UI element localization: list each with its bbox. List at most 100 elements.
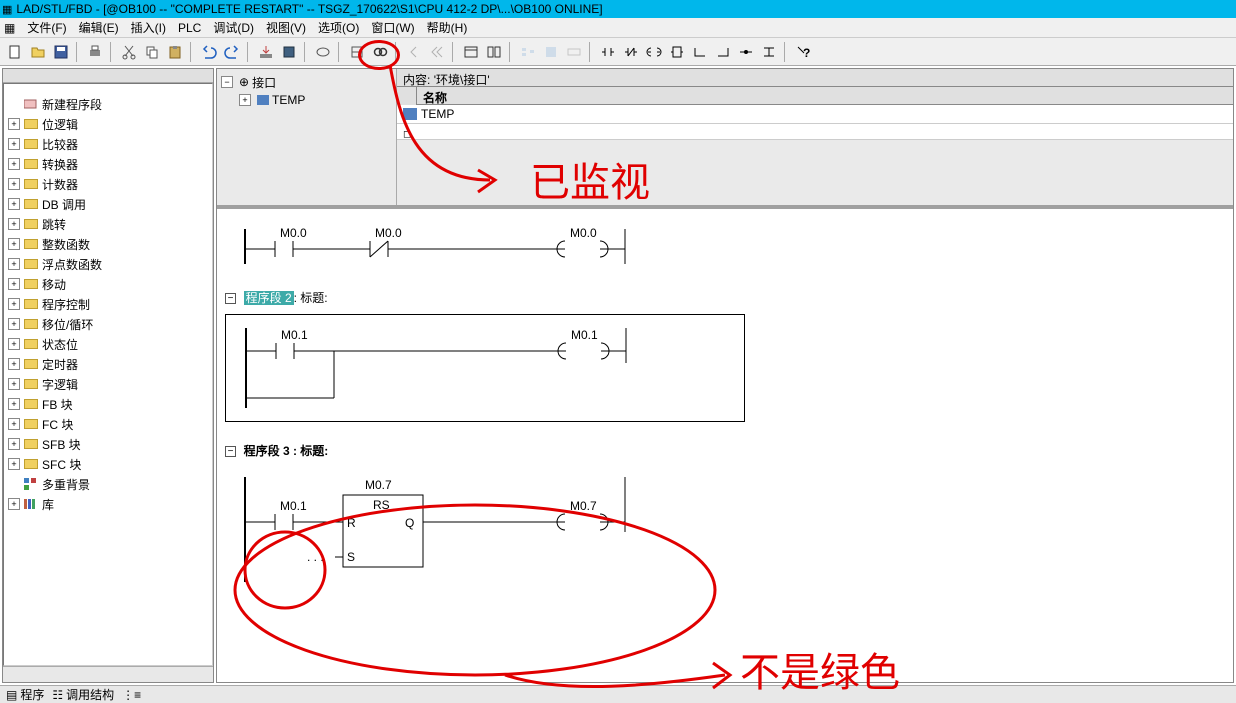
network-2[interactable]: − 程序段 2: 标题: M0.1 M0.1 xyxy=(225,289,1225,422)
expand-icon[interactable]: + xyxy=(8,498,20,510)
empty-marker-row[interactable]: ◻ xyxy=(397,124,1233,140)
tree-item-converter[interactable]: +转换器 xyxy=(6,154,210,174)
tree-item-program-control[interactable]: +程序控制 xyxy=(6,294,210,314)
menu-plc[interactable]: PLC xyxy=(172,19,207,37)
menu-debug[interactable]: 调试(D) xyxy=(207,17,260,38)
collapse-icon[interactable]: − xyxy=(225,293,236,304)
menu-help[interactable]: 帮助(H) xyxy=(421,17,474,38)
branch-open-icon[interactable] xyxy=(689,41,711,63)
tree-item-move[interactable]: +移动 xyxy=(6,274,210,294)
box-icon[interactable] xyxy=(666,41,688,63)
interface-temp[interactable]: + TEMP xyxy=(221,91,392,109)
ladder-editor[interactable]: M0.0 M0.0 M0.0 xyxy=(217,209,1233,682)
tree-item-library[interactable]: +库 xyxy=(6,494,210,514)
branch-close-icon[interactable] xyxy=(712,41,734,63)
window1-icon[interactable] xyxy=(460,41,482,63)
juncton-icon[interactable] xyxy=(758,41,780,63)
expand-icon[interactable]: + xyxy=(8,198,20,210)
network-1[interactable]: M0.0 M0.0 M0.0 xyxy=(225,219,1225,269)
tree-item-shift[interactable]: +移位/循环 xyxy=(6,314,210,334)
expand-icon[interactable]: + xyxy=(8,378,20,390)
tree-item-timer[interactable]: +定时器 xyxy=(6,354,210,374)
tab-icon: ▤ xyxy=(6,688,17,702)
tree-item-integer[interactable]: +整数函数 xyxy=(6,234,210,254)
expand-icon[interactable]: + xyxy=(8,238,20,250)
expand-icon[interactable]: + xyxy=(8,158,20,170)
expand-icon[interactable]: + xyxy=(8,438,20,450)
menu-options[interactable]: 选项(O) xyxy=(312,17,365,38)
new-icon[interactable] xyxy=(4,41,26,63)
coil-icon[interactable] xyxy=(643,41,665,63)
expand-icon[interactable]: + xyxy=(8,258,20,270)
network-icon[interactable] xyxy=(517,41,539,63)
interface-tree[interactable]: − ⊕ 接口 + TEMP xyxy=(217,69,397,205)
collapse-icon[interactable]: − xyxy=(225,446,236,457)
symbol-icon[interactable] xyxy=(312,41,334,63)
tree-item-db-call[interactable]: +DB 调用 xyxy=(6,194,210,214)
expand-icon[interactable]: + xyxy=(8,418,20,430)
tree-item-multi-instance[interactable]: 多重背景 xyxy=(6,474,210,494)
folder-icon xyxy=(23,377,39,391)
contact-nc-icon[interactable] xyxy=(620,41,642,63)
menu-window[interactable]: 窗口(W) xyxy=(365,17,420,38)
block-icon[interactable] xyxy=(540,41,562,63)
window2-icon[interactable] xyxy=(483,41,505,63)
tree-item-word-logic[interactable]: +字逻辑 xyxy=(6,374,210,394)
expand-icon[interactable]: + xyxy=(8,118,20,130)
expand-icon[interactable]: + xyxy=(8,218,20,230)
menu-insert[interactable]: 插入(I) xyxy=(125,17,172,38)
copy-icon[interactable] xyxy=(141,41,163,63)
monitor-icon[interactable] xyxy=(369,41,391,63)
system-menu-icon[interactable]: ▦ xyxy=(4,21,15,35)
menu-file[interactable]: 文件(F) xyxy=(21,17,72,38)
tree-item-float[interactable]: +浮点数函数 xyxy=(6,254,210,274)
expand-icon[interactable]: + xyxy=(8,338,20,350)
redo-icon[interactable] xyxy=(221,41,243,63)
element-tree[interactable]: 新建程序段 +位逻辑 +比较器 +转换器 +计数器 +DB 调用 +跳转 +整数… xyxy=(3,83,213,666)
print-icon[interactable] xyxy=(84,41,106,63)
tree-item-comparator[interactable]: +比较器 xyxy=(6,134,210,154)
menu-edit[interactable]: 编辑(E) xyxy=(73,17,125,38)
open-icon[interactable] xyxy=(27,41,49,63)
expand-icon[interactable]: + xyxy=(239,94,251,106)
temp-row[interactable]: TEMP xyxy=(397,105,1233,124)
sidebar-scroll[interactable] xyxy=(3,666,213,682)
tree-item-sfb[interactable]: +SFB 块 xyxy=(6,434,210,454)
tree-item-sfc[interactable]: +SFC 块 xyxy=(6,454,210,474)
tree-item-status[interactable]: +状态位 xyxy=(6,334,210,354)
expand-icon[interactable]: + xyxy=(8,298,20,310)
tree-item-fc[interactable]: +FC 块 xyxy=(6,414,210,434)
goto-prev-icon[interactable] xyxy=(403,41,425,63)
collapse-icon[interactable]: − xyxy=(221,76,233,88)
save-icon[interactable] xyxy=(50,41,72,63)
tree-item-fb[interactable]: +FB 块 xyxy=(6,394,210,414)
reference-icon[interactable] xyxy=(346,41,368,63)
address-icon[interactable] xyxy=(563,41,585,63)
tree-item-jump[interactable]: +跳转 xyxy=(6,214,210,234)
help-icon[interactable]: ? xyxy=(792,41,814,63)
tree-item-new-network[interactable]: 新建程序段 xyxy=(6,94,210,114)
contact-no-icon[interactable] xyxy=(597,41,619,63)
expand-icon[interactable]: + xyxy=(8,138,20,150)
undo-icon[interactable] xyxy=(198,41,220,63)
menu-view[interactable]: 视图(V) xyxy=(260,17,312,38)
download-icon[interactable] xyxy=(255,41,277,63)
paste-icon[interactable] xyxy=(164,41,186,63)
tab-program[interactable]: ▤程序 xyxy=(6,686,44,703)
expand-icon[interactable]: + xyxy=(8,318,20,330)
tab-more[interactable]: ⋮≡ xyxy=(122,688,141,702)
tree-item-bit-logic[interactable]: +位逻辑 xyxy=(6,114,210,134)
expand-icon[interactable]: + xyxy=(8,178,20,190)
expand-icon[interactable]: + xyxy=(8,278,20,290)
tree-item-counter[interactable]: +计数器 xyxy=(6,174,210,194)
plc-icon[interactable] xyxy=(278,41,300,63)
expand-icon[interactable]: + xyxy=(8,358,20,370)
cut-icon[interactable] xyxy=(118,41,140,63)
interface-root[interactable]: − ⊕ 接口 xyxy=(221,73,392,91)
tab-call-structure[interactable]: ☷调用结构 xyxy=(52,686,114,703)
network-3[interactable]: − 程序段 3 : 标题: M0.1 M0.7 RS R Q S xyxy=(225,442,1225,587)
expand-icon[interactable]: + xyxy=(8,458,20,470)
expand-icon[interactable]: + xyxy=(8,398,20,410)
goto-prev2-icon[interactable] xyxy=(426,41,448,63)
connection-icon[interactable] xyxy=(735,41,757,63)
